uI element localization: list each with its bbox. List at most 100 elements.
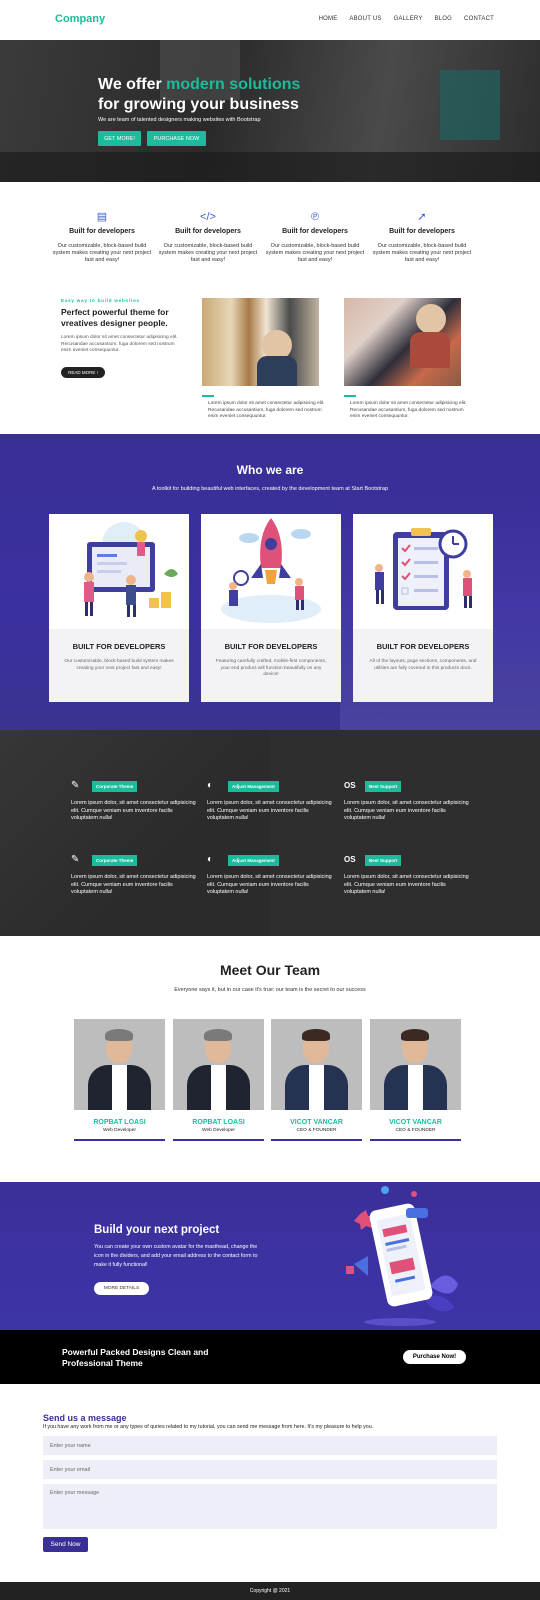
who-card-text: Our customizable, block-based build syst…	[64, 659, 174, 671]
read-more-button[interactable]: READ MORE !	[61, 367, 105, 378]
service-item: OS Best Support Lorem ipsum dolor, sit a…	[344, 780, 469, 823]
brand-logo[interactable]: Company	[55, 13, 105, 25]
about-title: Perfect powerful theme for vreatives des…	[61, 307, 169, 328]
name-field[interactable]	[43, 1436, 497, 1455]
purchase-now-button[interactable]: PURCHASE NOW	[147, 131, 206, 146]
service-badge: Corporate Theme	[92, 854, 138, 866]
member-role: Web Developer	[202, 1128, 235, 1133]
about-kicker: Easy way to build websites	[61, 298, 140, 303]
office-photo	[202, 298, 319, 386]
contrast-icon: ◐	[207, 854, 214, 865]
hero-bg-shape	[440, 70, 500, 140]
banner-text: Powerful Packed Designs Clean and Profes…	[62, 1347, 209, 1368]
feature-text: Our customizable, block-based build syst…	[265, 243, 365, 263]
more-details-button[interactable]: MORE DETAILS	[94, 1282, 149, 1295]
build-text: You can create your own custom avatar fo…	[94, 1244, 258, 1268]
who-card: BUILT FOR DEVELOPERS Featuring carefully…	[201, 514, 341, 702]
team-member: VICOT VANCAR CEO & FOUNDER	[271, 1019, 362, 1141]
member-role: Web Developer	[103, 1128, 136, 1133]
member-divider	[271, 1139, 362, 1141]
mobile-marketing-illustration	[346, 1186, 458, 1326]
message-field[interactable]	[43, 1484, 497, 1529]
send-now-button[interactable]: Send Now	[43, 1537, 88, 1552]
edit-icon: ✎	[71, 854, 80, 865]
nav-item-home[interactable]: HOME	[319, 16, 338, 22]
service-text: Lorem ipsum dolor, sit amet consectetur …	[71, 874, 196, 895]
service-badge: Best Support	[365, 780, 402, 792]
copyright-text: Copyright @ 2021	[249, 1588, 291, 1594]
avatar	[74, 1019, 165, 1110]
hero-section: We offer modern solutions for growing yo…	[0, 40, 540, 182]
feature-title: Built for developers	[282, 228, 348, 235]
nav-item-about[interactable]: ABOUT US	[349, 16, 381, 22]
about-text: Lorem ipsum dolor sit amet consectetur a…	[61, 335, 178, 353]
who-card-title: BUILT FOR DEVELOPERS	[224, 642, 318, 651]
avatar	[173, 1019, 264, 1110]
service-badge: Best Support	[365, 854, 402, 866]
caption-divider	[344, 395, 356, 397]
service-text: Lorem ipsum dolor, sit amet consectetur …	[71, 800, 196, 821]
feature-card: ➚ Built for developers Our customizable,…	[372, 210, 472, 264]
team-member: ROPBAT LOASI Web Developer	[74, 1019, 165, 1141]
caption-divider	[202, 395, 214, 397]
team-member: ROPBAT LOASI Web Developer	[173, 1019, 264, 1141]
service-item: ◐ Adjust Management Lorem ipsum dolor, s…	[207, 854, 332, 897]
team-title: Meet Our Team	[219, 962, 321, 978]
avatar	[271, 1019, 362, 1110]
service-text: Lorem ipsum dolor, sit amet consectetur …	[207, 874, 332, 895]
service-item: ✎ Corporate Theme Lorem ipsum dolor, sit…	[71, 854, 196, 897]
team-illustration	[49, 514, 189, 629]
email-field[interactable]	[43, 1460, 497, 1479]
avatar	[370, 1019, 461, 1110]
service-text: Lorem ipsum dolor, sit amet consectetur …	[207, 800, 332, 821]
member-role: CEO & FOUNDER	[296, 1128, 337, 1133]
get-more-button[interactable]: GET MORE!	[98, 131, 141, 146]
build-title: Build your next project	[94, 1224, 220, 1236]
member-divider	[370, 1139, 461, 1141]
team-subtitle: Everyone says it, but in our case it's t…	[174, 987, 366, 993]
contact-subtitle: If you have any work from me or any type…	[43, 1424, 374, 1430]
member-name: ROPBAT LOASI	[192, 1119, 245, 1126]
who-card: BUILT FOR DEVELOPERS All of the layouts,…	[353, 514, 493, 702]
build-project-section: Build your next project You can create y…	[0, 1182, 540, 1330]
navbar: Company HOME ABOUT US GALLERY BLOG CONTA…	[0, 0, 540, 40]
service-text: Lorem ipsum dolor, sit amet consectetur …	[344, 800, 469, 821]
who-subtitle: A toolkit for building beautiful web int…	[151, 486, 389, 492]
code-icon: </>	[200, 211, 216, 223]
hero-title: We offer modern solutions for growing yo…	[98, 76, 301, 113]
member-role: CEO & FOUNDER	[395, 1128, 436, 1133]
service-badge: Adjust Management	[228, 854, 279, 866]
pinterest-icon: ℗	[310, 211, 320, 223]
service-text: Lorem ipsum dolor, sit amet consectetur …	[344, 874, 469, 895]
hero-bg-desk	[0, 152, 540, 182]
feature-title: Built for developers	[69, 228, 135, 235]
feature-text: Our customizable, block-based build syst…	[158, 243, 258, 263]
service-item: ◐ Adjust Management Lorem ipsum dolor, s…	[207, 780, 332, 823]
newspaper-icon: ▤	[96, 211, 108, 223]
member-divider	[173, 1139, 264, 1141]
hero-subtitle: We are team of talented designers making…	[98, 117, 261, 123]
who-card-text: Featuring carefully crafted, mobile-firs…	[215, 659, 327, 677]
feature-card: </> Built for developers Our customizabl…	[158, 210, 258, 264]
team-member: VICOT VANCAR CEO & FOUNDER	[370, 1019, 461, 1141]
nav-item-gallery[interactable]: GALLERY	[394, 16, 423, 22]
feature-text: Our customizable, block-based build syst…	[372, 243, 472, 263]
purchase-now-banner-button[interactable]: Purchase Now!	[403, 1350, 466, 1364]
photo-caption: Lorem ipsum dolor sit amet consectetur a…	[350, 401, 467, 419]
feature-card: ℗ Built for developers Our customizable,…	[265, 210, 365, 264]
who-title: Who we are	[236, 463, 304, 477]
service-badge: Adjust Management	[228, 780, 279, 792]
nav-menu: HOME ABOUT US GALLERY BLOG CONTACT	[319, 16, 494, 22]
feature-card: ▤ Built for developers Our customizable,…	[52, 210, 152, 264]
services-bg-shade	[0, 730, 270, 936]
rocket-icon: ➚	[417, 211, 427, 223]
member-name: VICOT VANCAR	[389, 1119, 442, 1126]
os-icon: OS	[344, 855, 356, 864]
photo-caption: Lorem ipsum dolor sit amet consectetur a…	[208, 401, 325, 419]
feature-title: Built for developers	[389, 228, 455, 235]
rocket-illustration	[201, 514, 341, 629]
nav-item-contact[interactable]: CONTACT	[464, 16, 494, 22]
contrast-icon: ◐	[207, 780, 214, 791]
who-we-are-section: Who we are A toolkit for building beauti…	[0, 434, 540, 730]
nav-item-blog[interactable]: BLOG	[435, 16, 452, 22]
